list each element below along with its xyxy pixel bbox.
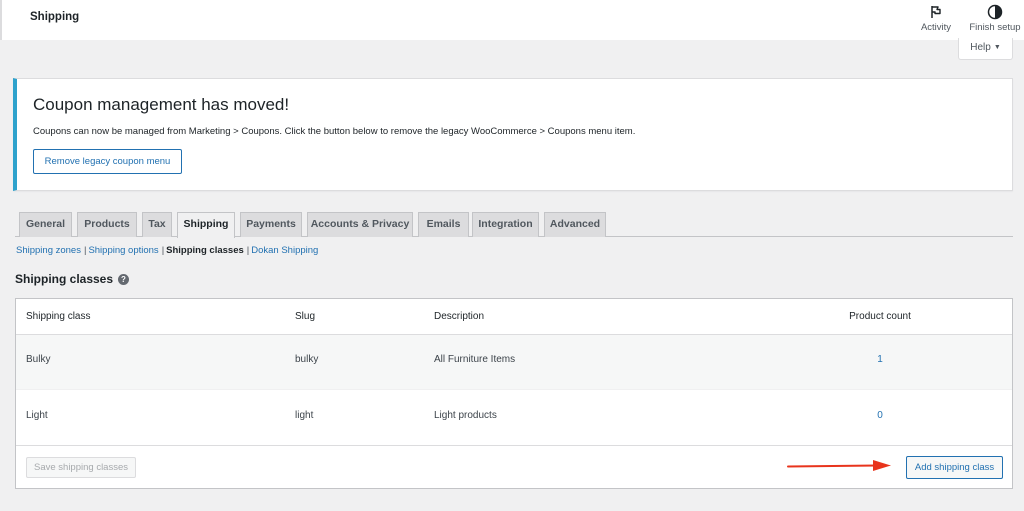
shipping-class-slug: light — [295, 410, 314, 421]
add-shipping-class-button[interactable]: Add shipping class — [906, 456, 1003, 479]
shipping-class-description: All Furniture Items — [434, 354, 516, 365]
shipping-class-name: Light — [26, 410, 48, 421]
shipping-class-slug: bulky — [295, 354, 319, 365]
tab-products[interactable]: Products — [77, 212, 137, 237]
annotation-arrow-icon — [787, 460, 891, 471]
subnav-shipping-options[interactable]: Shipping options — [88, 245, 158, 256]
tab-emails[interactable]: Emails — [418, 212, 469, 237]
subnav-shipping-classes[interactable]: Shipping classes — [166, 245, 244, 256]
tab-general[interactable]: General — [19, 212, 72, 237]
settings-tabs: General Products Tax Shipping Payments A… — [15, 210, 1013, 238]
subnav-dokan-shipping[interactable]: Dokan Shipping — [251, 245, 318, 256]
save-shipping-classes-button[interactable]: Save shipping classes — [26, 457, 136, 478]
tab-accounts-privacy[interactable]: Accounts & Privacy — [307, 212, 413, 237]
tab-integration[interactable]: Integration — [472, 212, 539, 237]
finish-setup-button[interactable]: Finish setup — [964, 4, 1024, 33]
help-tab-button[interactable]: Help ▼ — [958, 38, 1013, 60]
activity-label: Activity — [920, 22, 952, 33]
table-header: Shipping class Slug Description Product … — [16, 299, 1012, 335]
coupon-notice: Coupon management has moved! Coupons can… — [13, 78, 1013, 191]
activity-button[interactable]: Activity — [914, 4, 958, 33]
table-row[interactable]: Bulky bulky All Furniture Items 1 — [16, 335, 1012, 390]
notice-heading: Coupon management has moved! — [33, 95, 290, 114]
help-label: Help — [970, 42, 991, 53]
subnav-shipping-zones[interactable]: Shipping zones — [16, 245, 81, 256]
page-title: Shipping — [30, 11, 80, 23]
table-row[interactable]: Light light Light products 0 — [16, 391, 1012, 446]
tab-tax[interactable]: Tax — [142, 212, 172, 237]
tab-shipping[interactable]: Shipping — [177, 212, 235, 238]
column-header-description: Description — [434, 311, 485, 322]
column-header-slug: Slug — [295, 311, 316, 322]
tab-advanced[interactable]: Advanced — [544, 212, 606, 237]
top-header-bar: Shipping Activity Finish setup — [0, 0, 1024, 40]
flag-icon — [931, 6, 941, 18]
shipping-subnav: Shipping zones | Shipping options | Shipping… — [16, 245, 319, 256]
caret-down-icon: ▼ — [993, 44, 1001, 51]
product-count-link[interactable]: 1 — [820, 354, 940, 365]
remove-legacy-coupon-menu-button[interactable]: Remove legacy coupon menu — [33, 149, 182, 174]
column-header-shipping-class: Shipping class — [26, 311, 91, 322]
notice-body: Coupons can now be managed from Marketin… — [33, 126, 636, 137]
progress-circle-icon — [987, 4, 1003, 20]
shipping-class-name: Bulky — [26, 354, 51, 365]
shipping-class-description: Light products — [434, 410, 497, 421]
finish-setup-label: Finish setup — [969, 22, 1021, 33]
column-header-product-count: Product count — [849, 311, 911, 322]
tab-payments[interactable]: Payments — [240, 212, 302, 237]
question-circle-icon[interactable]: ? — [118, 274, 129, 285]
product-count-link[interactable]: 0 — [820, 410, 940, 421]
section-title: Shipping classes — [15, 272, 114, 286]
